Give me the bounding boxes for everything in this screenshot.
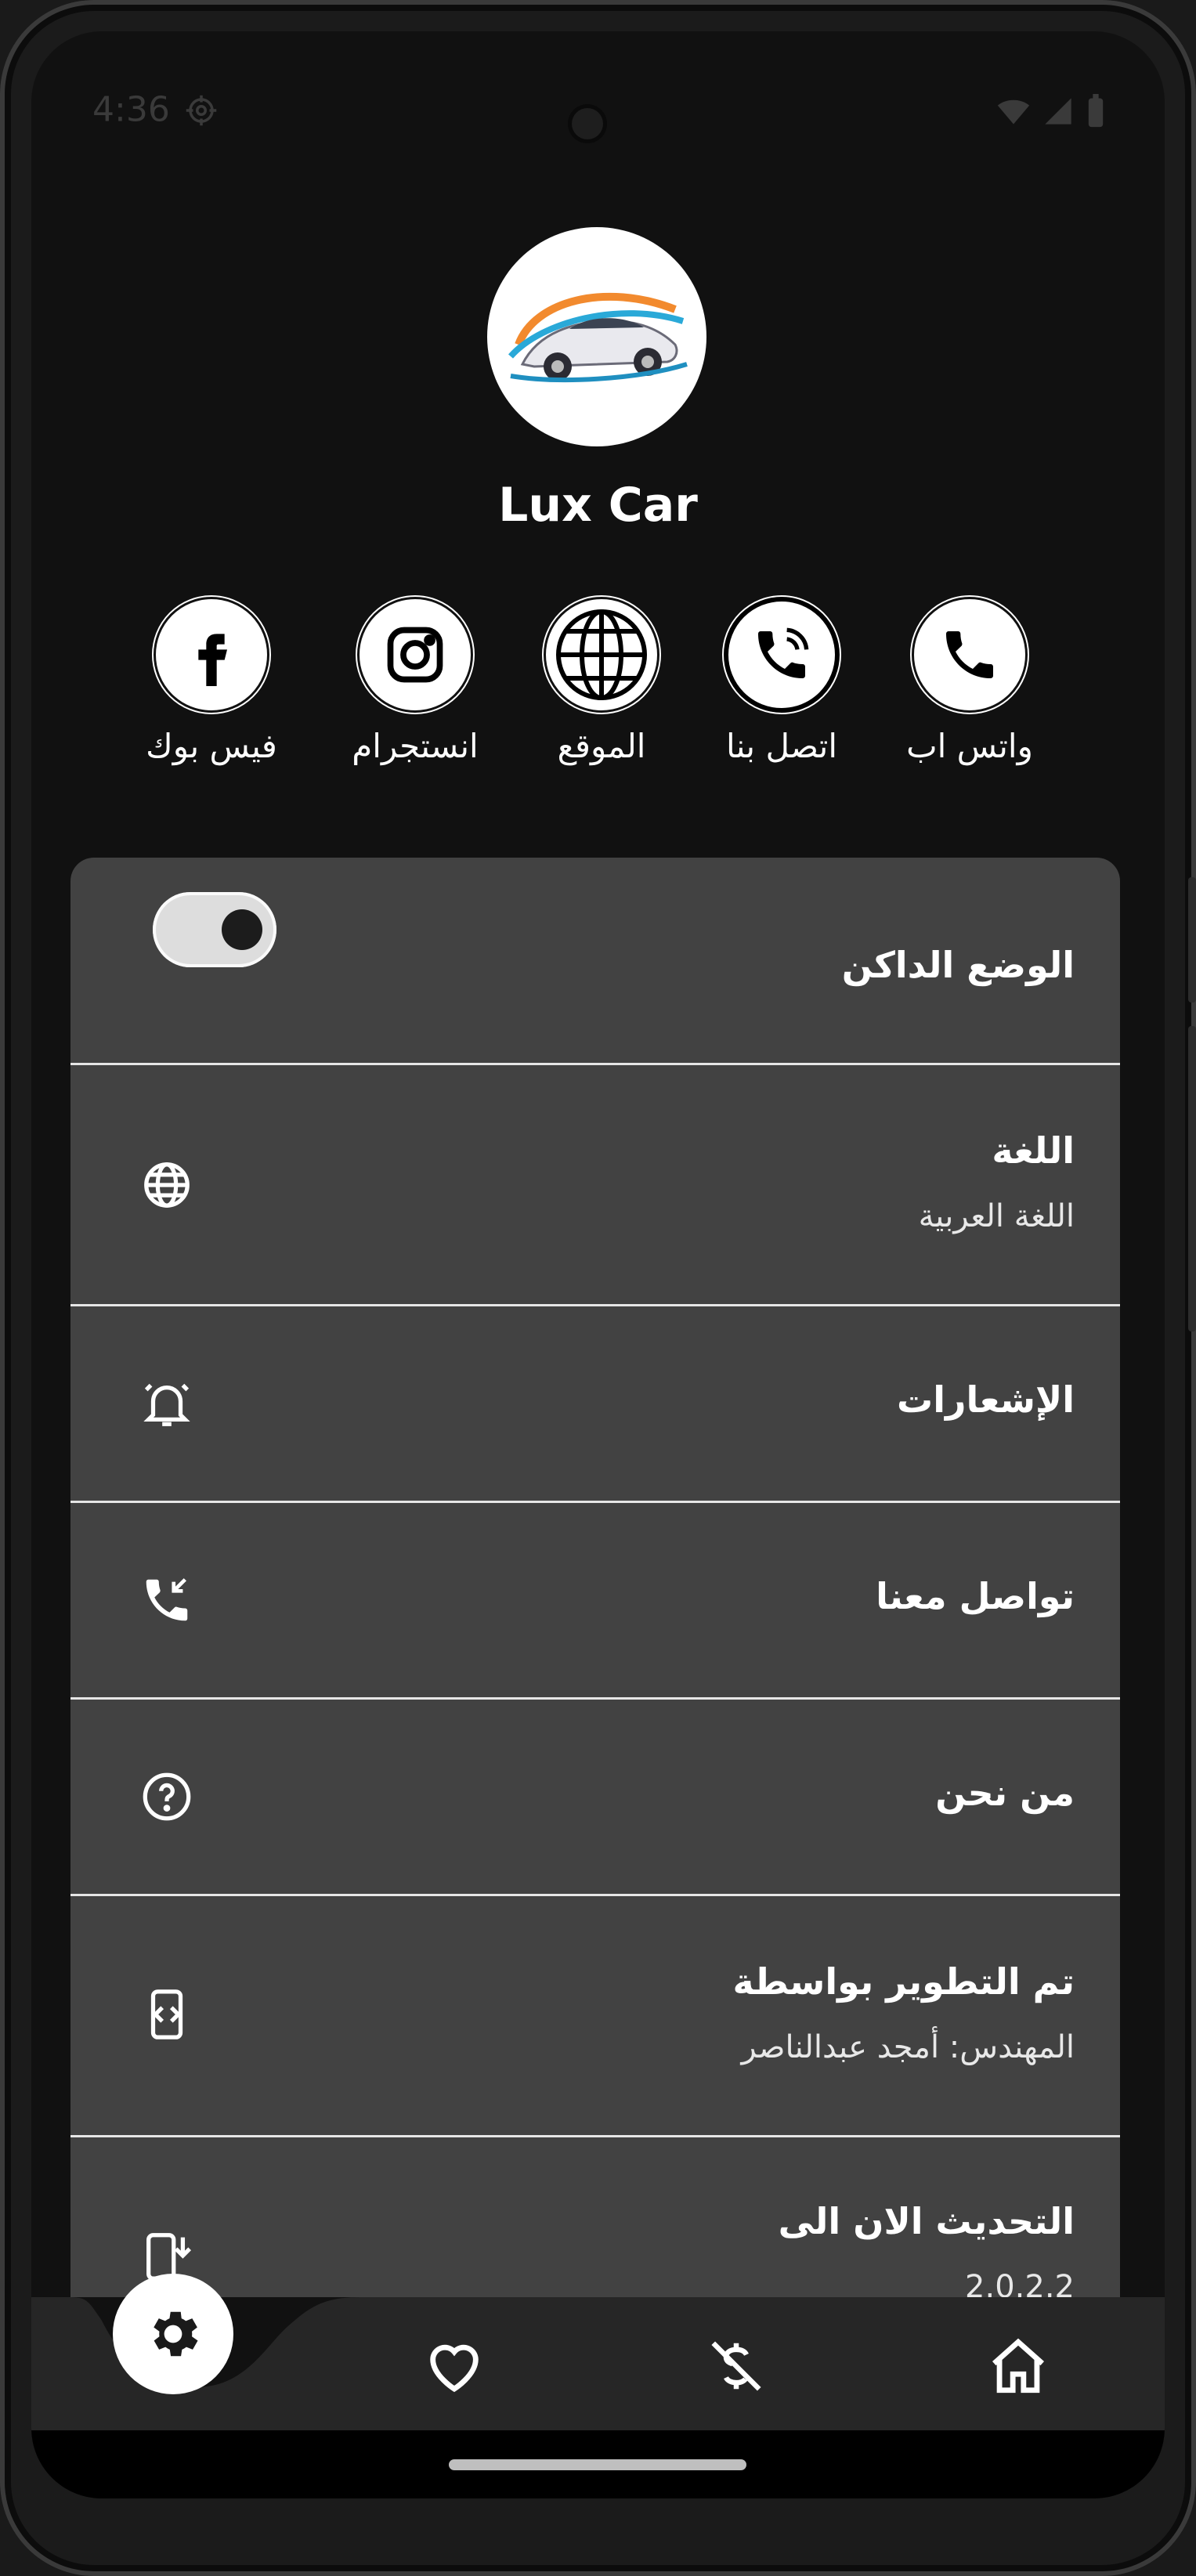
heart-icon [430, 2344, 479, 2393]
nav-favorites[interactable] [419, 2331, 490, 2401]
toggle-knob [222, 909, 262, 950]
social-label: واتس اب [906, 727, 1033, 765]
developer-title: تم التطوير بواسطة [732, 1960, 1075, 2003]
facebook-icon [152, 595, 271, 714]
social-call[interactable]: اتصل بنا [711, 595, 852, 765]
globe-icon [144, 1162, 190, 1208]
status-time: 4:36 [92, 89, 170, 130]
wifi-icon [997, 99, 1030, 125]
social-label: الموقع [557, 727, 646, 765]
settings-notifications[interactable]: الإشعارات [70, 1306, 1120, 1501]
dark-mode-title: الوضع الداكن [841, 944, 1075, 986]
signal-icon [1045, 98, 1071, 125]
social-website[interactable]: الموقع [531, 595, 672, 765]
status-icons [995, 94, 1107, 128]
social-label: انستجرام [352, 727, 479, 765]
language-value: اللغة العربية [918, 1198, 1075, 1234]
social-whatsapp[interactable]: واتس اب [899, 595, 1040, 765]
settings-contact[interactable]: تواصل معنا [70, 1503, 1120, 1697]
nav-home[interactable] [983, 2331, 1053, 2401]
help-circle-icon [143, 1772, 191, 1821]
nav-offers[interactable] [701, 2331, 771, 2401]
gear-icon [154, 2311, 198, 2357]
home-icon [992, 2338, 1045, 2394]
front-camera [572, 108, 603, 139]
language-title: اللغة [992, 1129, 1075, 1172]
social-label: اتصل بنا [725, 727, 838, 765]
dark-mode-toggle[interactable] [153, 892, 276, 967]
update-title: التحديث الان الى [778, 2200, 1075, 2242]
social-facebook[interactable]: فيس بوك [141, 595, 282, 765]
instagram-icon [356, 595, 475, 714]
settings-about[interactable]: من نحن [70, 1700, 1120, 1894]
contact-title: تواصل معنا [876, 1575, 1075, 1617]
about-title: من نحن [935, 1772, 1075, 1814]
nav-settings-button[interactable] [113, 2274, 233, 2394]
globe-icon [542, 595, 661, 714]
social-instagram[interactable]: انستجرام [345, 595, 486, 765]
status-gear-icon [186, 95, 217, 126]
phone-icon [910, 595, 1029, 714]
status-bar: 4:36 [31, 31, 1165, 139]
screen: 4:36 Lux Car فيس بوك انستجرام الموقع اتص… [31, 31, 1165, 2498]
volume-button [1188, 1026, 1196, 1331]
car-logo-image [508, 292, 688, 382]
notifications-title: الإشعارات [897, 1378, 1075, 1421]
phone-call-icon [722, 595, 841, 714]
battery-icon [1088, 94, 1104, 128]
power-button [1188, 877, 1196, 1003]
phone-incoming-icon [146, 1578, 188, 1621]
app-name: Lux Car [498, 478, 698, 533]
app-logo [487, 227, 706, 446]
developer-value: المهندس: أمجد عبدالناصر [741, 2029, 1075, 2065]
social-label: فيس بوك [146, 727, 277, 765]
bell-icon [143, 1383, 190, 1426]
code-icon [150, 1989, 183, 2039]
dollar-off-icon [711, 2341, 761, 2391]
settings-developer[interactable]: تم التطوير بواسطة المهندس: أمجد عبدالناص… [70, 1896, 1120, 2135]
home-indicator[interactable] [449, 2459, 746, 2470]
settings-language[interactable]: اللغة اللغة العربية [70, 1065, 1120, 1304]
